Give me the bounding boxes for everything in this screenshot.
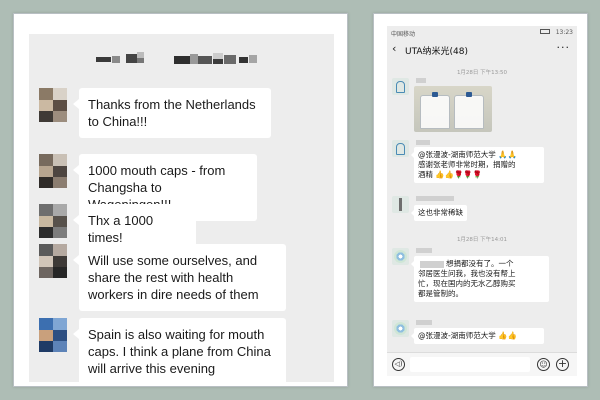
- message-text: 忙，现在国内的无水乙醇购买: [418, 279, 516, 288]
- sender-name-redacted: [414, 140, 432, 146]
- message-bubble: 这也非常稀缺: [411, 205, 467, 221]
- avatar[interactable]: [392, 140, 409, 157]
- battery-icon: [540, 29, 550, 34]
- sender-name-redacted: [414, 320, 434, 326]
- avatar[interactable]: [392, 248, 409, 265]
- right-screenshot-card: 中国移动 13:23 ‹ UTA纳米光(48) ··· 1月28日 下午13:5…: [373, 13, 588, 387]
- redacted-mention: [420, 260, 444, 268]
- back-arrow-icon[interactable]: ‹: [392, 42, 396, 55]
- sender-name-redacted: [414, 248, 434, 254]
- status-bar: 中国移动 13:23: [387, 26, 577, 38]
- message-bubble: @张漫波-湖南师范大学 👍👍: [411, 328, 544, 344]
- timestamp: 1月28日 下午13:50: [456, 70, 508, 76]
- avatar[interactable]: [39, 204, 67, 238]
- message-text: 酒精: [418, 170, 433, 179]
- message-bubble: Will use some ourselves, and share the r…: [73, 244, 286, 311]
- message-bubble: Thanks from the Netherlands to China!!!: [73, 88, 271, 138]
- avatar[interactable]: [39, 88, 67, 122]
- carrier-label: 中国移动: [391, 31, 416, 38]
- phone-screen: 中国移动 13:23 ‹ UTA纳米光(48) ··· 1月28日 下午13:5…: [387, 26, 577, 376]
- chat-message: [392, 78, 572, 136]
- mention: @张漫波-湖南师范大学: [418, 150, 496, 159]
- input-bar: ◁) ☺ +: [387, 352, 577, 376]
- message-text: 感谢张老师非常时期，捐赠的: [418, 160, 516, 169]
- status-time: 13:23: [555, 29, 573, 36]
- left-screenshot-card: Thanks from the Netherlands to China!!! …: [13, 13, 348, 387]
- avatar[interactable]: [392, 196, 409, 213]
- more-options-icon[interactable]: ···: [557, 41, 571, 54]
- sender-name-redacted: [414, 196, 456, 202]
- avatar[interactable]: [39, 154, 67, 188]
- image-message[interactable]: [414, 86, 492, 132]
- chat-title: UTA纳米光(48): [405, 47, 469, 57]
- message-bubble: @张漫波-湖南师范大学 🙏🙏 感谢张老师非常时期，捐赠的 酒精 👍👍🌹🌹🌹: [411, 147, 544, 183]
- message-bubble: Spain is also waiting for mouth caps. I …: [73, 318, 286, 382]
- emoji: 👍👍: [498, 331, 517, 340]
- voice-input-icon[interactable]: ◁): [392, 358, 405, 371]
- plus-icon[interactable]: +: [556, 358, 569, 371]
- chat-message: 这也非常稀缺: [392, 196, 572, 226]
- emoji: 🙏🙏: [498, 150, 517, 159]
- avatar[interactable]: [392, 320, 409, 337]
- avatar[interactable]: [39, 318, 67, 352]
- message-input[interactable]: [410, 357, 530, 372]
- avatar[interactable]: [392, 78, 409, 95]
- chat-header: ‹ UTA纳米光(48) ···: [387, 38, 577, 62]
- chat-message: @张漫波-湖南师范大学 👍👍: [392, 320, 572, 350]
- sender-name-redacted: [414, 78, 428, 84]
- left-chat-panel: Thanks from the Netherlands to China!!! …: [29, 34, 334, 382]
- censored-chat-title: [29, 34, 334, 82]
- message-text: 邻居医生问我，我也没有帮上: [418, 269, 516, 278]
- mention: @张漫波-湖南师范大学: [418, 331, 496, 340]
- emoji: 👍👍🌹🌹🌹: [435, 170, 483, 179]
- chat-message: @张漫波-湖南师范大学 🙏🙏 感谢张老师非常时期，捐赠的 酒精 👍👍🌹🌹🌹: [392, 140, 572, 190]
- chat-message: 想捐都没有了。一个 邻居医生问我，我也没有帮上 忙，现在国内的无水乙醇购买 都是…: [392, 248, 572, 312]
- avatar[interactable]: [39, 244, 67, 278]
- timestamp: 1月28日 下午14:01: [456, 237, 508, 243]
- message-text: 都是管制的。: [418, 289, 463, 298]
- message-text: 想捐都没有了。一个: [446, 259, 514, 268]
- message-bubble: 想捐都没有了。一个 邻居医生问我，我也没有帮上 忙，现在国内的无水乙醇购买 都是…: [411, 256, 549, 302]
- emoji-icon[interactable]: ☺: [537, 358, 550, 371]
